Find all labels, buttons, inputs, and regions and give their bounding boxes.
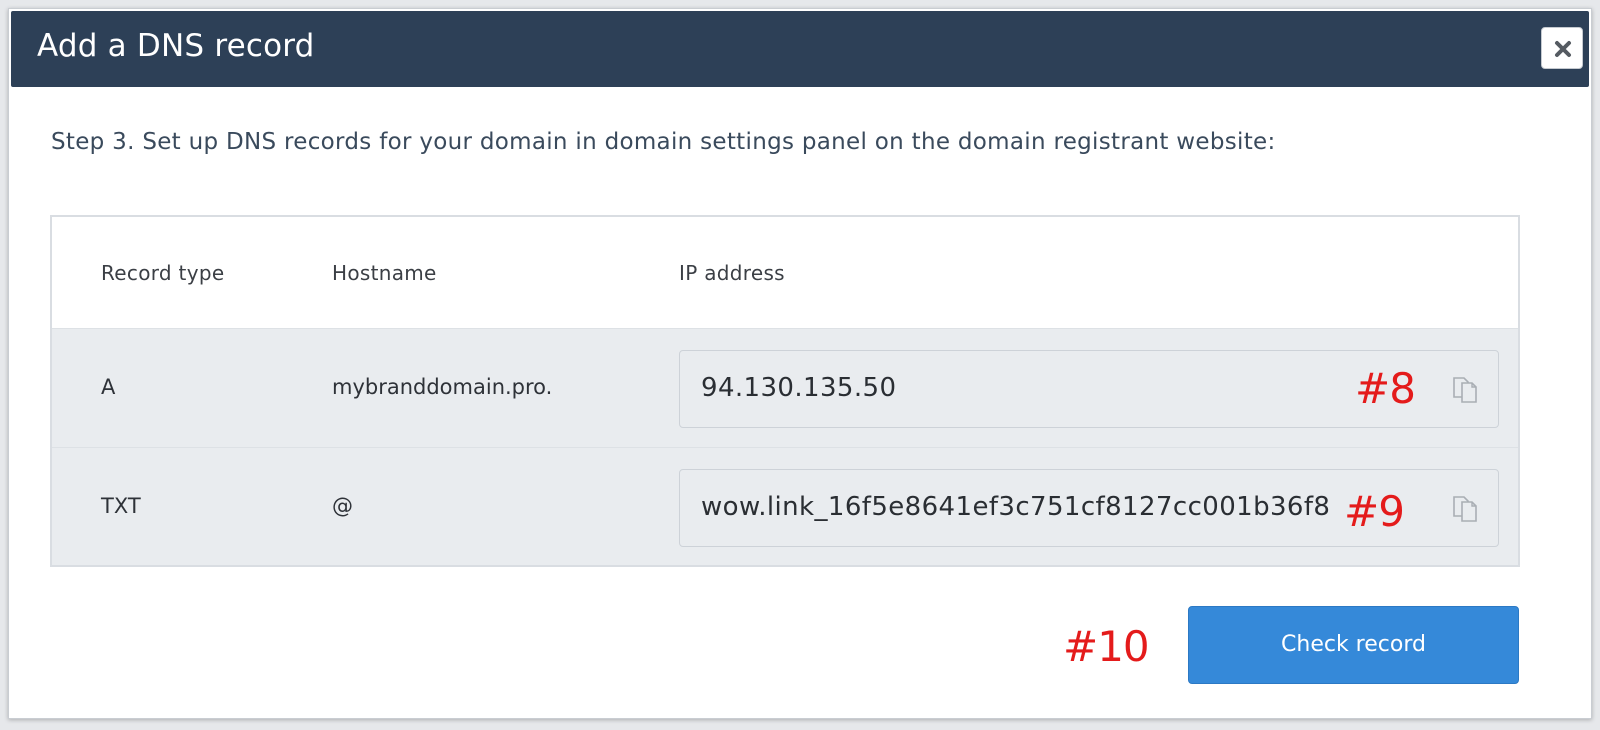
table-header: Record type Hostname IP address xyxy=(52,217,1518,328)
annotation-9: #9 xyxy=(1344,487,1405,536)
record-value-text[interactable]: 94.130.135.50 xyxy=(701,373,896,403)
annotation-10: #10 xyxy=(1063,622,1150,671)
table-row: A mybranddomain.pro. 94.130.135.50 xyxy=(52,328,1518,447)
close-icon xyxy=(1555,41,1571,57)
header-record-type: Record type xyxy=(101,261,225,285)
dialog-title: Add a DNS record xyxy=(37,28,315,64)
dns-records-table: Record type Hostname IP address A mybran… xyxy=(50,215,1520,567)
hostname-cell: mybranddomain.pro. xyxy=(332,375,553,399)
header-ip-address: IP address xyxy=(679,261,785,285)
record-type-cell: A xyxy=(101,375,116,399)
check-record-button[interactable]: Check record xyxy=(1188,606,1519,684)
record-value-text[interactable]: wow.link_16f5e8641ef3c751cf8127cc001b36f… xyxy=(701,492,1330,522)
step-instructions: Step 3. Set up DNS records for your doma… xyxy=(51,129,1276,155)
table-row: TXT @ wow.link_16f5e8641ef3c751cf8127cc0… xyxy=(52,447,1518,565)
header-hostname: Hostname xyxy=(332,261,437,285)
hostname-cell: @ xyxy=(332,494,353,518)
add-dns-record-dialog: Add a DNS record Step 3. Set up DNS reco… xyxy=(8,8,1592,719)
record-type-cell: TXT xyxy=(101,494,141,518)
copy-icon[interactable] xyxy=(1450,494,1480,524)
annotation-8: #8 xyxy=(1355,364,1416,413)
dialog-header: Add a DNS record xyxy=(11,11,1589,87)
close-button[interactable] xyxy=(1541,27,1583,69)
copy-icon[interactable] xyxy=(1450,375,1480,405)
